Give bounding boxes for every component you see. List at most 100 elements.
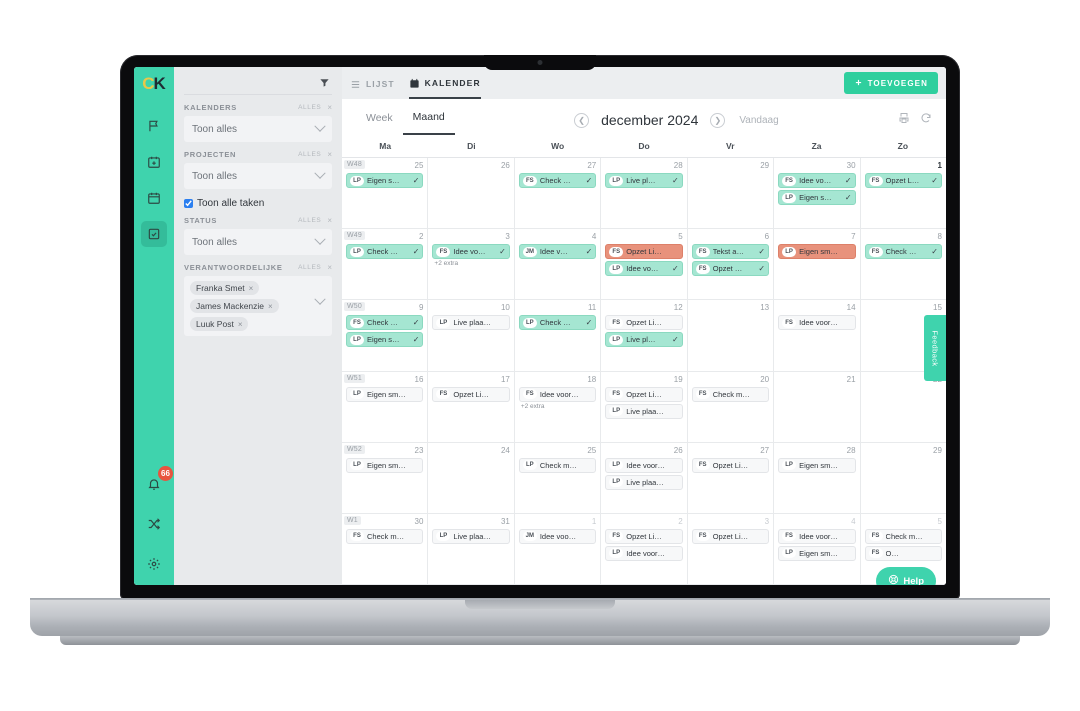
kalenders-select[interactable]: Toon alles: [184, 116, 332, 142]
print-icon[interactable]: [898, 111, 910, 129]
calendar-event[interactable]: FS Opzet Li…: [605, 386, 683, 402]
calendar-day-cell[interactable]: W51 16 LP Eigen sm…: [342, 371, 429, 442]
calendar-event[interactable]: FS Tekst a… ✓: [691, 244, 770, 260]
tab-kalender[interactable]: KALENDER: [408, 67, 481, 99]
close-icon[interactable]: ×: [249, 284, 254, 293]
calendar-event[interactable]: LP Idee vo… ✓: [605, 261, 683, 277]
calendar-day-cell[interactable]: 29: [688, 158, 775, 229]
more-events-link[interactable]: +2 extra: [519, 403, 596, 410]
today-button[interactable]: Vandaag: [739, 115, 778, 126]
calendar-day-cell[interactable]: 27 FS Check … ✓: [515, 158, 602, 229]
calendar-event[interactable]: LP Eigen sm…: [346, 386, 424, 402]
add-button[interactable]: TOEVOEGEN: [843, 72, 938, 94]
projecten-select[interactable]: Toon alles: [184, 163, 332, 189]
calendar-event[interactable]: FS Idee voor…: [778, 528, 856, 544]
calendar-event[interactable]: FS Opzet Li…: [432, 386, 510, 402]
calendar-event[interactable]: LP Check … ✓: [346, 244, 424, 260]
calendar-day-cell[interactable]: 12 FS Opzet Li… LP Live pl… ✓: [601, 300, 688, 371]
calendar-event[interactable]: LP Idee voor…: [605, 457, 683, 473]
close-icon[interactable]: ×: [238, 320, 243, 329]
calendar-day-cell[interactable]: 28 LP Eigen sm…: [774, 442, 861, 513]
calendar-event[interactable]: FS Opzet Li…: [605, 528, 683, 544]
calendar-day-cell[interactable]: 28 LP Live pl… ✓: [601, 158, 688, 229]
calendar-event[interactable]: FS Idee vo… ✓: [432, 244, 510, 260]
calendar-day-cell[interactable]: 6 FS Tekst a… ✓ FS Opzet … ✓: [688, 229, 775, 300]
calendar-day-cell[interactable]: 29: [861, 443, 946, 513]
calendar-icon[interactable]: [141, 185, 167, 211]
calendar-event[interactable]: FS Idee vo… ✓: [778, 173, 856, 188]
calendar-event[interactable]: FS Check m…: [691, 386, 770, 402]
calendar-day-cell[interactable]: 19 FS Opzet Li… LP Live plaa…: [601, 371, 688, 442]
calendar-event[interactable]: FS Opzet L… ✓: [864, 173, 942, 188]
calendar-day-cell[interactable]: 5 FS Opzet Li… LP Idee vo… ✓: [601, 229, 688, 300]
calendar-day-cell[interactable]: 26: [428, 158, 515, 229]
calendar-day-cell[interactable]: 2 FS Opzet Li… LP Idee voor…: [601, 513, 688, 585]
show-all-tasks-checkbox[interactable]: Toon alle taken: [184, 198, 332, 209]
calendar-event[interactable]: FS Check … ✓: [864, 244, 942, 260]
tab-lijst[interactable]: LIJST: [350, 67, 395, 99]
calendar-event[interactable]: LP Live pl… ✓: [605, 173, 683, 188]
calendar-day-cell[interactable]: W50 9 FS Check … ✓ LP Eigen s… ✓: [342, 300, 429, 371]
filter-clear-icon[interactable]: ×: [327, 150, 332, 159]
calendar-day-cell[interactable]: 10 LP Live plaa…: [428, 300, 515, 371]
calendar-day-cell[interactable]: 11 LP Check … ✓: [515, 300, 602, 371]
calendar-event[interactable]: FS Opzet Li…: [605, 244, 683, 260]
more-events-link[interactable]: +2 extra: [432, 260, 509, 267]
calendar-event[interactable]: JM Idee voo…: [518, 528, 597, 544]
calendar-event[interactable]: LP Eigen s… ✓: [346, 332, 424, 348]
calendar-event[interactable]: FS Check … ✓: [518, 173, 597, 188]
calendar-event[interactable]: FS Opzet Li…: [691, 457, 770, 473]
filter-clear-icon[interactable]: ×: [327, 216, 332, 225]
feedback-tab[interactable]: Feedback: [924, 315, 946, 381]
chevron-left-icon[interactable]: ❮: [574, 112, 590, 128]
calendar-day-cell[interactable]: 1 FS Opzet L… ✓: [861, 158, 946, 228]
calendar-event[interactable]: LP Eigen s… ✓: [778, 190, 856, 205]
calendar-event[interactable]: FS O…: [864, 545, 942, 561]
calendar-day-cell[interactable]: 14 FS Idee voor…: [774, 300, 861, 371]
list-item[interactable]: Franka Smet ×: [190, 281, 260, 295]
filter-icon[interactable]: [319, 77, 330, 88]
bell-icon[interactable]: 66: [141, 466, 173, 497]
calendar-day-cell[interactable]: W52 23 LP Eigen sm…: [342, 442, 429, 513]
flag-icon[interactable]: [141, 113, 167, 139]
calendar-event[interactable]: LP Idee voor…: [605, 545, 683, 561]
view-maand[interactable]: Maand: [402, 105, 455, 135]
calendar-day-cell[interactable]: 8 FS Check … ✓: [861, 229, 946, 299]
calendar-event[interactable]: FS Check m…: [346, 528, 424, 544]
status-select[interactable]: Toon alles: [184, 229, 332, 255]
calendar-day-cell[interactable]: 20 FS Check m…: [688, 371, 775, 442]
calendar-day-cell[interactable]: 3 FS Opzet Li…: [688, 513, 775, 585]
calendar-event[interactable]: LP Eigen sm…: [778, 244, 856, 260]
calendar-event[interactable]: LP Check m…: [518, 457, 597, 473]
show-all-tasks-input[interactable]: [184, 199, 193, 208]
shuffle-icon[interactable]: [141, 511, 167, 537]
calendar-day-cell[interactable]: 30 FS Idee vo… ✓ LP Eigen s… ✓: [774, 158, 861, 229]
calendar-event[interactable]: LP Eigen sm…: [346, 457, 424, 473]
calendar-event[interactable]: LP Check … ✓: [518, 315, 597, 331]
list-item[interactable]: James Mackenzie ×: [190, 299, 279, 313]
calendar-day-cell[interactable]: 4 FS Idee voor… LP Eigen sm…: [774, 513, 861, 585]
close-icon[interactable]: ×: [268, 302, 273, 311]
calendar-day-cell[interactable]: 7 LP Eigen sm…: [774, 229, 861, 300]
calendar-event[interactable]: FS Idee voor…: [518, 386, 597, 402]
calendar-event[interactable]: FS Opzet Li…: [605, 315, 683, 331]
calendar-event[interactable]: FS Check m…: [864, 528, 942, 544]
responsible-tag-list[interactable]: Franka Smet × James Mackenzie × Luuk Pos…: [184, 276, 332, 336]
calendar-day-cell[interactable]: 22: [861, 372, 946, 442]
calendar-day-cell[interactable]: 4 JM Idee v… ✓: [515, 229, 602, 300]
calendar-day-cell[interactable]: 25 LP Check m…: [515, 442, 602, 513]
chevron-right-icon[interactable]: ❯: [710, 112, 726, 128]
calendar-event[interactable]: JM Idee v… ✓: [518, 244, 597, 260]
calendar-event[interactable]: LP Live plaa…: [605, 403, 683, 419]
gear-icon[interactable]: [141, 551, 167, 577]
calendar-day-cell[interactable]: 24: [428, 442, 515, 513]
calendar-day-cell[interactable]: 1 JM Idee voo…: [515, 513, 602, 585]
calendar-event[interactable]: LP Live plaa…: [605, 474, 683, 490]
calendar-day-cell[interactable]: W1 30 FS Check m…: [342, 513, 429, 585]
calendar-event[interactable]: LP Live plaa…: [432, 315, 510, 331]
calendar-event[interactable]: LP Live plaa…: [432, 528, 510, 544]
calendar-event[interactable]: FS Opzet Li…: [691, 528, 770, 544]
calendar-event[interactable]: LP Eigen sm…: [778, 545, 856, 561]
calendar-plus-icon[interactable]: [141, 149, 167, 175]
calendar-event[interactable]: FS Opzet … ✓: [691, 261, 770, 277]
